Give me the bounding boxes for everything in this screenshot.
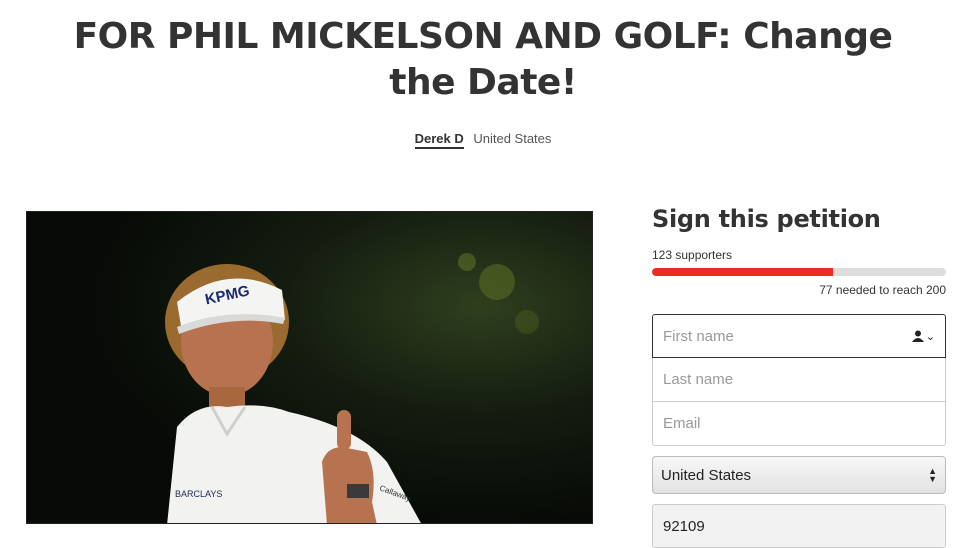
golfer-image: KPMG BARCLAYS Callaway	[27, 212, 592, 523]
zip-value: 92109	[663, 517, 705, 535]
last-name-placeholder: Last name	[663, 371, 734, 388]
autofill-contact-icon[interactable]: ⌄	[911, 330, 935, 343]
progress-goal-text: 77 needed to reach 200	[819, 283, 946, 297]
last-name-field[interactable]: Last name	[652, 358, 946, 402]
email-field[interactable]: Email	[652, 402, 946, 446]
email-placeholder: Email	[663, 415, 701, 432]
author-location: United States	[473, 131, 552, 146]
petition-photo: KPMG BARCLAYS Callaway	[26, 211, 593, 524]
zip-field[interactable]: 92109	[652, 504, 946, 548]
page-title: FOR PHIL MICKELSON AND GOLF: Change the …	[73, 16, 893, 103]
sign-heading: Sign this petition	[652, 205, 881, 233]
byline: Derek D United States	[0, 131, 966, 149]
country-value: United States	[661, 466, 752, 484]
supporter-count: 123 supporters	[652, 248, 733, 262]
author-link[interactable]: Derek D	[414, 131, 464, 149]
first-name-field[interactable]: First name ⌄	[652, 314, 946, 358]
progress-fill	[652, 268, 833, 276]
country-select[interactable]: United States ▲ ▼	[652, 456, 946, 494]
petition-form: First name ⌄ Last name Email United Stat…	[652, 314, 946, 548]
select-arrows-icon: ▲ ▼	[928, 466, 937, 484]
first-name-placeholder: First name	[663, 327, 734, 345]
progress-bar	[652, 268, 946, 276]
shirt-logo: BARCLAYS	[175, 489, 222, 499]
